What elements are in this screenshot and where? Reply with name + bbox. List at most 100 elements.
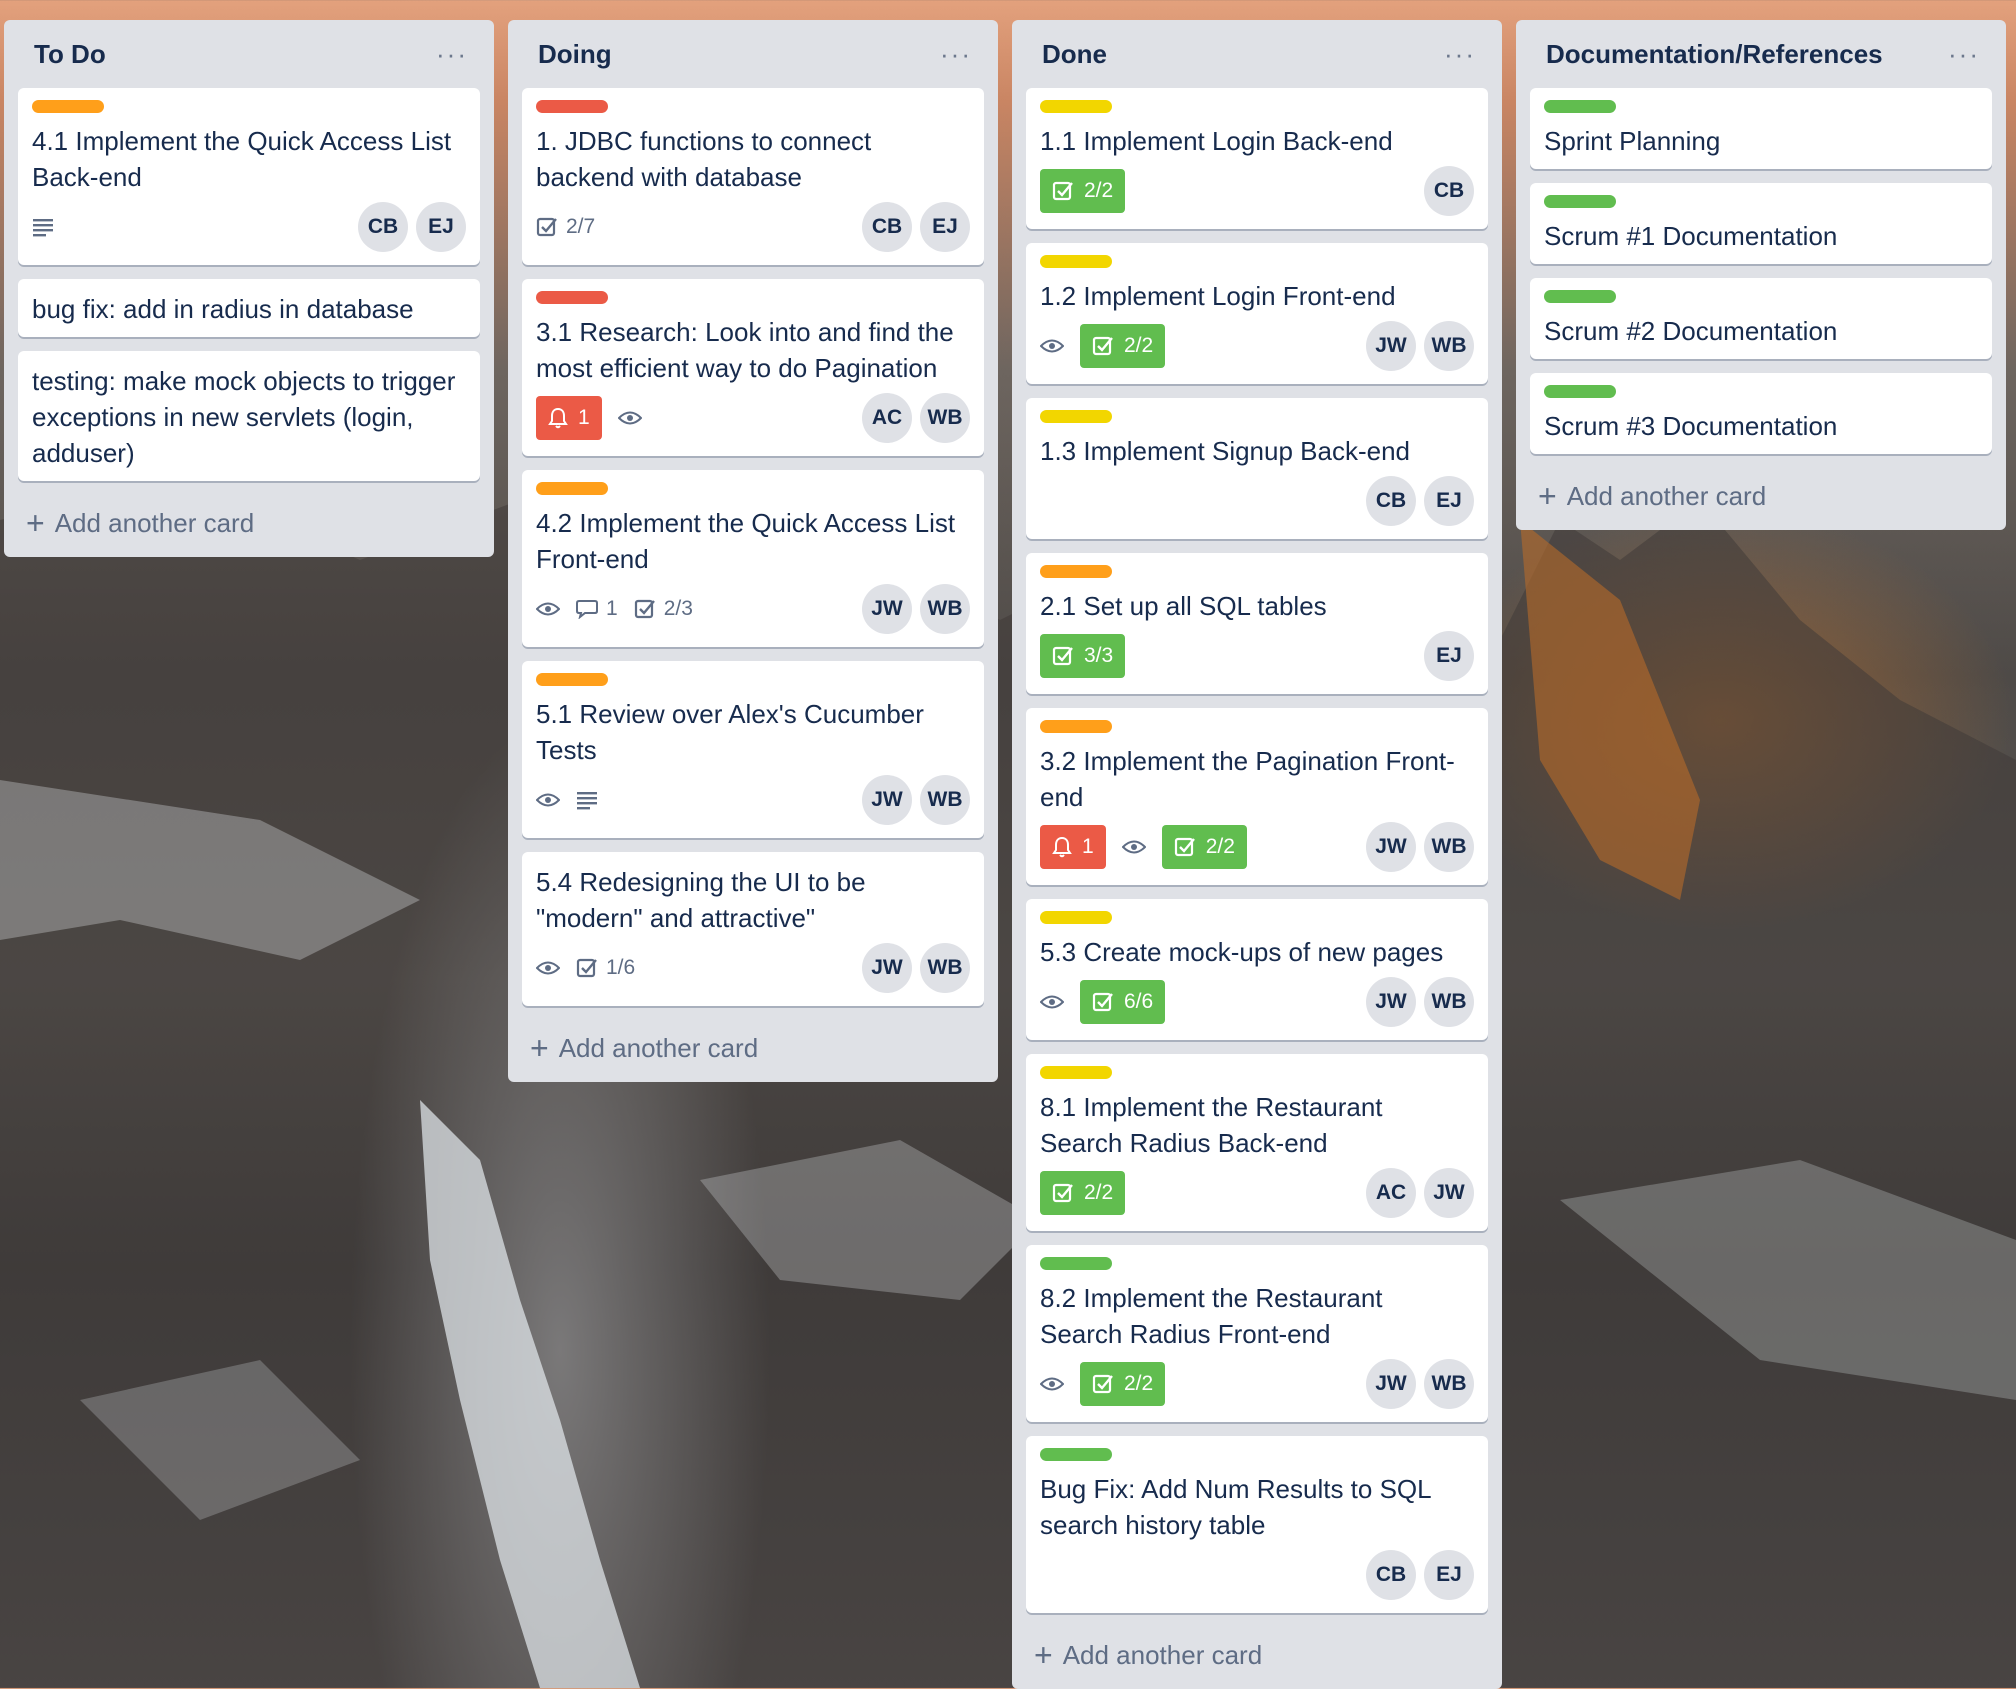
plus-icon: + bbox=[1034, 1637, 1053, 1673]
member-avatar[interactable]: WB bbox=[920, 584, 970, 634]
bell-icon bbox=[1052, 836, 1072, 858]
list-to-do: To Do ··· 4.1 Implement the Quick Access… bbox=[4, 20, 494, 557]
card-title: Bug Fix: Add Num Results to SQL search h… bbox=[1040, 1474, 1431, 1540]
member-avatar[interactable]: WB bbox=[920, 775, 970, 825]
member-avatar[interactable]: JW bbox=[862, 584, 912, 634]
member-avatar[interactable]: WB bbox=[1424, 321, 1474, 371]
checklist-icon bbox=[576, 958, 597, 978]
checklist-badge: 1/6 bbox=[576, 956, 635, 980]
add-card-button[interactable]: + Add another card bbox=[522, 1020, 984, 1068]
eye-icon bbox=[536, 792, 560, 808]
card[interactable]: 5.3 Create mock-ups of new pages 6/6 JW … bbox=[1026, 899, 1488, 1040]
member-avatar[interactable]: CB bbox=[1424, 166, 1474, 216]
card[interactable]: 5.4 Redesigning the UI to be "modern" an… bbox=[522, 852, 984, 1006]
member-avatar[interactable]: EJ bbox=[1424, 476, 1474, 526]
card[interactable]: 4.2 Implement the Quick Access List Fron… bbox=[522, 470, 984, 647]
checklist-complete-badge: 3/3 bbox=[1040, 634, 1126, 678]
member-avatar[interactable]: EJ bbox=[920, 202, 970, 252]
list-menu-button[interactable]: ··· bbox=[1948, 41, 1980, 67]
card[interactable]: 8.1 Implement the Restaurant Search Radi… bbox=[1026, 1054, 1488, 1231]
add-card-button[interactable]: + Add another card bbox=[1026, 1627, 1488, 1675]
list-documentation-references: Documentation/References ··· Sprint Plan… bbox=[1516, 20, 2006, 530]
card[interactable]: 3.2 Implement the Pagination Front-end 1… bbox=[1026, 708, 1488, 885]
card[interactable]: Bug Fix: Add Num Results to SQL search h… bbox=[1026, 1436, 1488, 1613]
card-title: Sprint Planning bbox=[1544, 126, 1721, 156]
checklist-badge: 2/3 bbox=[634, 597, 693, 621]
card[interactable]: 2.1 Set up all SQL tables 3/3 EJ bbox=[1026, 553, 1488, 694]
checklist-icon bbox=[1052, 1183, 1073, 1203]
list-title: Documentation/References bbox=[1546, 38, 1883, 69]
card[interactable]: Scrum #3 Documentation bbox=[1530, 373, 1992, 454]
member-avatar[interactable]: WB bbox=[1424, 822, 1474, 872]
member-avatar[interactable]: CB bbox=[358, 202, 408, 252]
card-label-yellow bbox=[1040, 410, 1112, 423]
card[interactable]: 1.1 Implement Login Back-end 2/2 CB bbox=[1026, 88, 1488, 229]
member-avatar[interactable]: WB bbox=[920, 393, 970, 443]
card-title: 4.1 Implement the Quick Access List Back… bbox=[32, 126, 452, 192]
card-label-green bbox=[1544, 195, 1616, 208]
card-title: 5.4 Redesigning the UI to be "modern" an… bbox=[536, 867, 866, 933]
bell-icon bbox=[548, 407, 568, 429]
eye-icon bbox=[1121, 839, 1146, 855]
eye-icon bbox=[536, 960, 560, 976]
card-label-green bbox=[1544, 100, 1616, 113]
card[interactable]: 1.2 Implement Login Front-end 2/2 JW WB bbox=[1026, 243, 1488, 384]
checklist-icon bbox=[1174, 837, 1195, 857]
checklist-complete-badge: 2/2 bbox=[1080, 1362, 1166, 1406]
member-avatar[interactable]: JW bbox=[1366, 321, 1416, 371]
card[interactable]: 8.2 Implement the Restaurant Search Radi… bbox=[1026, 1245, 1488, 1422]
comment-icon bbox=[576, 600, 598, 619]
card-title: 5.1 Review over Alex's Cucumber Tests bbox=[536, 699, 924, 765]
card-label-red bbox=[536, 100, 608, 113]
member-avatar[interactable]: EJ bbox=[416, 202, 466, 252]
card-label-green bbox=[1544, 385, 1616, 398]
card-label-green bbox=[1040, 1257, 1112, 1270]
member-avatar[interactable]: WB bbox=[920, 943, 970, 993]
card[interactable]: 4.1 Implement the Quick Access List Back… bbox=[18, 88, 480, 265]
description-icon bbox=[32, 217, 54, 237]
member-avatar[interactable]: WB bbox=[1424, 977, 1474, 1027]
member-avatar[interactable]: JW bbox=[1424, 1168, 1474, 1218]
member-avatar[interactable]: JW bbox=[862, 775, 912, 825]
card-title: 3.1 Research: Look into and find the mos… bbox=[536, 317, 954, 383]
card[interactable]: Sprint Planning bbox=[1530, 88, 1992, 169]
member-avatar[interactable]: AC bbox=[862, 393, 912, 443]
card[interactable]: bug fix: add in radius in database bbox=[18, 279, 480, 337]
checklist-icon bbox=[1092, 336, 1113, 356]
card-title: 2.1 Set up all SQL tables bbox=[1040, 591, 1327, 621]
member-avatar[interactable]: CB bbox=[1366, 1550, 1416, 1600]
due-badge: 1 bbox=[1040, 825, 1106, 869]
card[interactable]: 5.1 Review over Alex's Cucumber Tests JW… bbox=[522, 661, 984, 838]
member-avatar[interactable]: JW bbox=[1366, 1359, 1416, 1409]
member-avatar[interactable]: CB bbox=[1366, 476, 1416, 526]
member-avatar[interactable]: WB bbox=[1424, 1359, 1474, 1409]
add-card-button[interactable]: + Add another card bbox=[1530, 468, 1992, 516]
member-avatar[interactable]: JW bbox=[1366, 822, 1416, 872]
list-menu-button[interactable]: ··· bbox=[940, 41, 972, 67]
card-label-orange bbox=[536, 673, 608, 686]
list-menu-button[interactable]: ··· bbox=[1444, 41, 1476, 67]
member-avatar[interactable]: JW bbox=[1366, 977, 1416, 1027]
card[interactable]: 3.1 Research: Look into and find the mos… bbox=[522, 279, 984, 456]
member-avatar[interactable]: CB bbox=[862, 202, 912, 252]
card[interactable]: 1.3 Implement Signup Back-end CB EJ bbox=[1026, 398, 1488, 539]
card[interactable]: Scrum #1 Documentation bbox=[1530, 183, 1992, 264]
due-badge: 1 bbox=[536, 396, 602, 440]
checklist-complete-badge: 2/2 bbox=[1080, 324, 1166, 368]
add-card-button[interactable]: + Add another card bbox=[18, 495, 480, 543]
card-label-green bbox=[1040, 1448, 1112, 1461]
member-avatar[interactable]: AC bbox=[1366, 1168, 1416, 1218]
list-menu-button[interactable]: ··· bbox=[436, 41, 468, 67]
member-avatar[interactable]: EJ bbox=[1424, 631, 1474, 681]
checklist-icon bbox=[634, 599, 655, 619]
card[interactable]: Scrum #2 Documentation bbox=[1530, 278, 1992, 359]
card[interactable]: 1. JDBC functions to connect backend wit… bbox=[522, 88, 984, 265]
member-avatar[interactable]: EJ bbox=[1424, 1550, 1474, 1600]
member-avatar[interactable]: JW bbox=[862, 943, 912, 993]
list-title: To Do bbox=[34, 38, 106, 69]
card[interactable]: testing: make mock objects to trigger ex… bbox=[18, 351, 480, 481]
card-label-yellow bbox=[1040, 911, 1112, 924]
card-title: 8.1 Implement the Restaurant Search Radi… bbox=[1040, 1092, 1383, 1158]
card-title: testing: make mock objects to trigger ex… bbox=[32, 366, 456, 468]
comments-badge: 1 bbox=[576, 597, 618, 621]
